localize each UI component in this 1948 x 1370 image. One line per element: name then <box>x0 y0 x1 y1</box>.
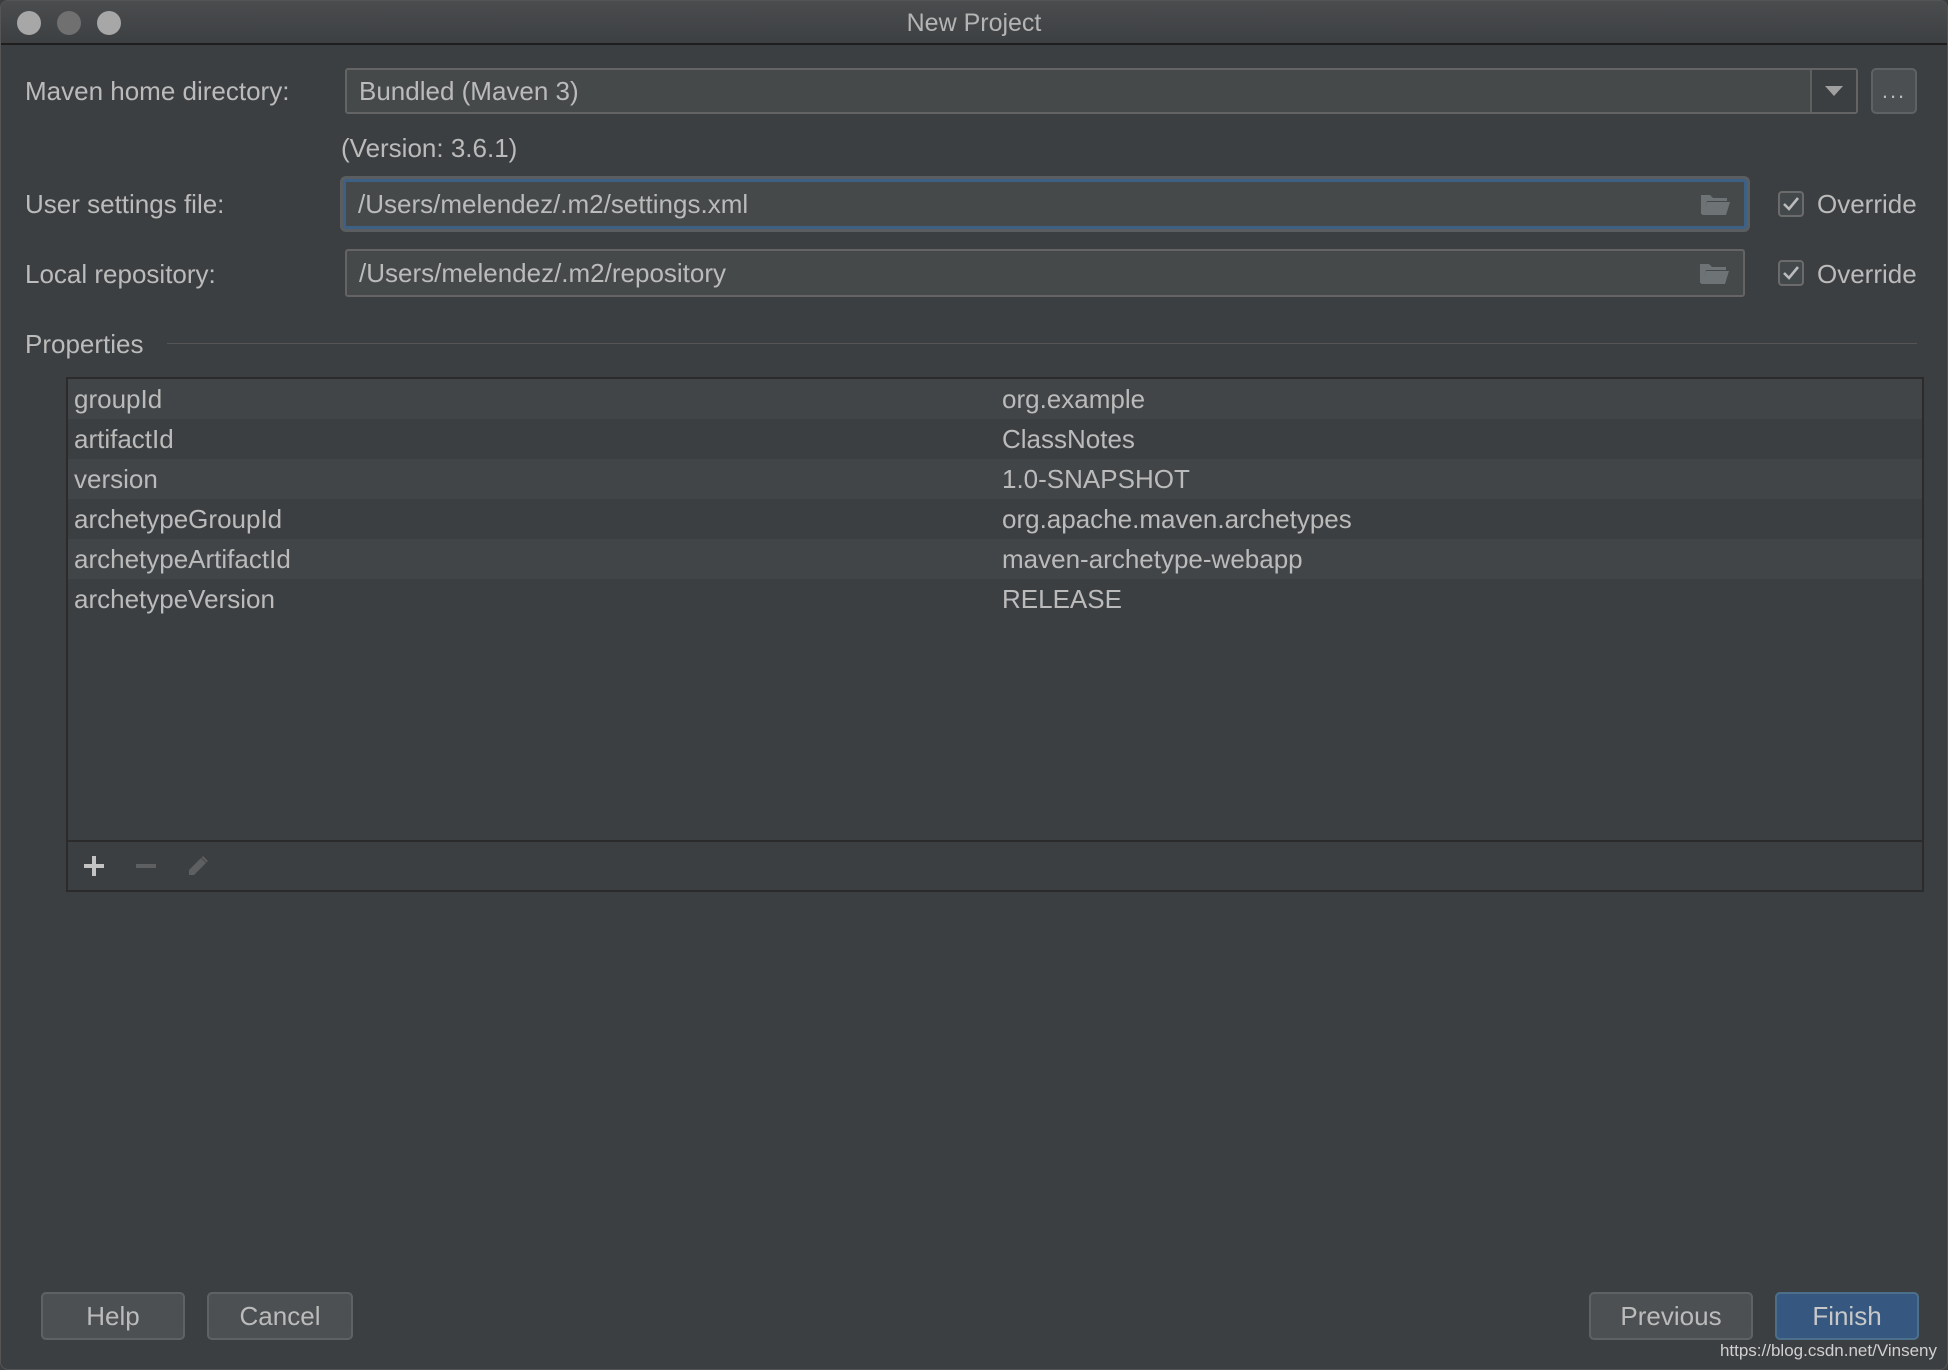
properties-section-title: Properties <box>25 329 144 359</box>
user-settings-override-label[interactable]: Override <box>1817 189 1917 220</box>
checkmark-icon <box>1783 266 1800 280</box>
local-repository-override-label[interactable]: Override <box>1817 259 1917 290</box>
local-repository-input[interactable]: /Users/melendez/.m2/repository <box>345 249 1745 297</box>
new-project-dialog: New Project Maven home directory: Bundle… <box>0 0 1948 1370</box>
chevron-down-icon <box>1825 86 1843 96</box>
property-key: archetypeVersion <box>74 584 275 614</box>
property-key: archetypeArtifactId <box>74 544 291 574</box>
local-repository-label: Local repository: <box>25 259 216 289</box>
cancel-button[interactable]: Cancel <box>207 1292 353 1340</box>
user-settings-input[interactable]: /Users/melendez/.m2/settings.xml <box>343 179 1747 229</box>
window-title: New Project <box>906 9 1042 37</box>
user-settings-value: /Users/melendez/.m2/settings.xml <box>358 188 749 219</box>
section-divider <box>167 343 1917 344</box>
folder-icon[interactable] <box>1700 192 1730 216</box>
ellipsis-icon: ... <box>1881 78 1907 103</box>
property-value[interactable]: org.example <box>1002 384 1145 415</box>
combo-dropdown-button[interactable] <box>1810 70 1856 112</box>
previous-button[interactable]: Previous <box>1589 1292 1753 1340</box>
help-button[interactable]: Help <box>41 1292 185 1340</box>
property-key: version <box>74 464 158 494</box>
maven-home-label: Maven home directory: <box>25 76 290 106</box>
maven-home-value: Bundled (Maven 3) <box>359 75 579 106</box>
finish-button[interactable]: Finish <box>1775 1292 1919 1340</box>
properties-toolbar <box>68 840 1922 890</box>
table-row[interactable]: artifactId ClassNotes <box>68 419 1922 459</box>
table-row[interactable]: groupId org.example <box>68 379 1922 419</box>
remove-icon[interactable] <box>134 854 158 878</box>
properties-table: groupId org.example artifactId ClassNote… <box>66 377 1924 892</box>
property-value[interactable]: org.apache.maven.archetypes <box>1002 504 1352 535</box>
property-value[interactable]: RELEASE <box>1002 584 1122 615</box>
table-row[interactable]: archetypeGroupId org.apache.maven.archet… <box>68 499 1922 539</box>
user-settings-override-checkbox[interactable] <box>1778 191 1804 217</box>
title-bar: New Project <box>1 1 1947 45</box>
table-row[interactable]: version 1.0-SNAPSHOT <box>68 459 1922 499</box>
maven-home-combobox[interactable]: Bundled (Maven 3) <box>345 68 1858 114</box>
watermark-text: https://blog.csdn.net/Vinseny <box>1719 1341 1937 1360</box>
property-key: archetypeGroupId <box>74 504 283 534</box>
edit-icon[interactable] <box>186 854 210 878</box>
property-value[interactable]: maven-archetype-webapp <box>1002 544 1303 575</box>
checkmark-icon <box>1783 197 1800 211</box>
property-key: groupId <box>74 384 163 414</box>
property-value[interactable]: ClassNotes <box>1002 424 1135 455</box>
table-row[interactable]: archetypeArtifactId maven-archetype-weba… <box>68 539 1922 579</box>
add-icon[interactable] <box>82 854 106 878</box>
maven-version-text: (Version: 3.6.1) <box>341 133 518 163</box>
user-settings-label: User settings file: <box>25 189 225 219</box>
local-repository-override-checkbox[interactable] <box>1778 260 1804 286</box>
property-value[interactable]: 1.0-SNAPSHOT <box>1002 464 1190 495</box>
maven-home-browse-button[interactable]: ... <box>1871 68 1917 114</box>
folder-icon[interactable] <box>1699 261 1729 285</box>
property-key: artifactId <box>74 424 174 454</box>
table-row[interactable]: archetypeVersion RELEASE <box>68 579 1922 619</box>
local-repository-value: /Users/melendez/.m2/repository <box>359 257 727 288</box>
